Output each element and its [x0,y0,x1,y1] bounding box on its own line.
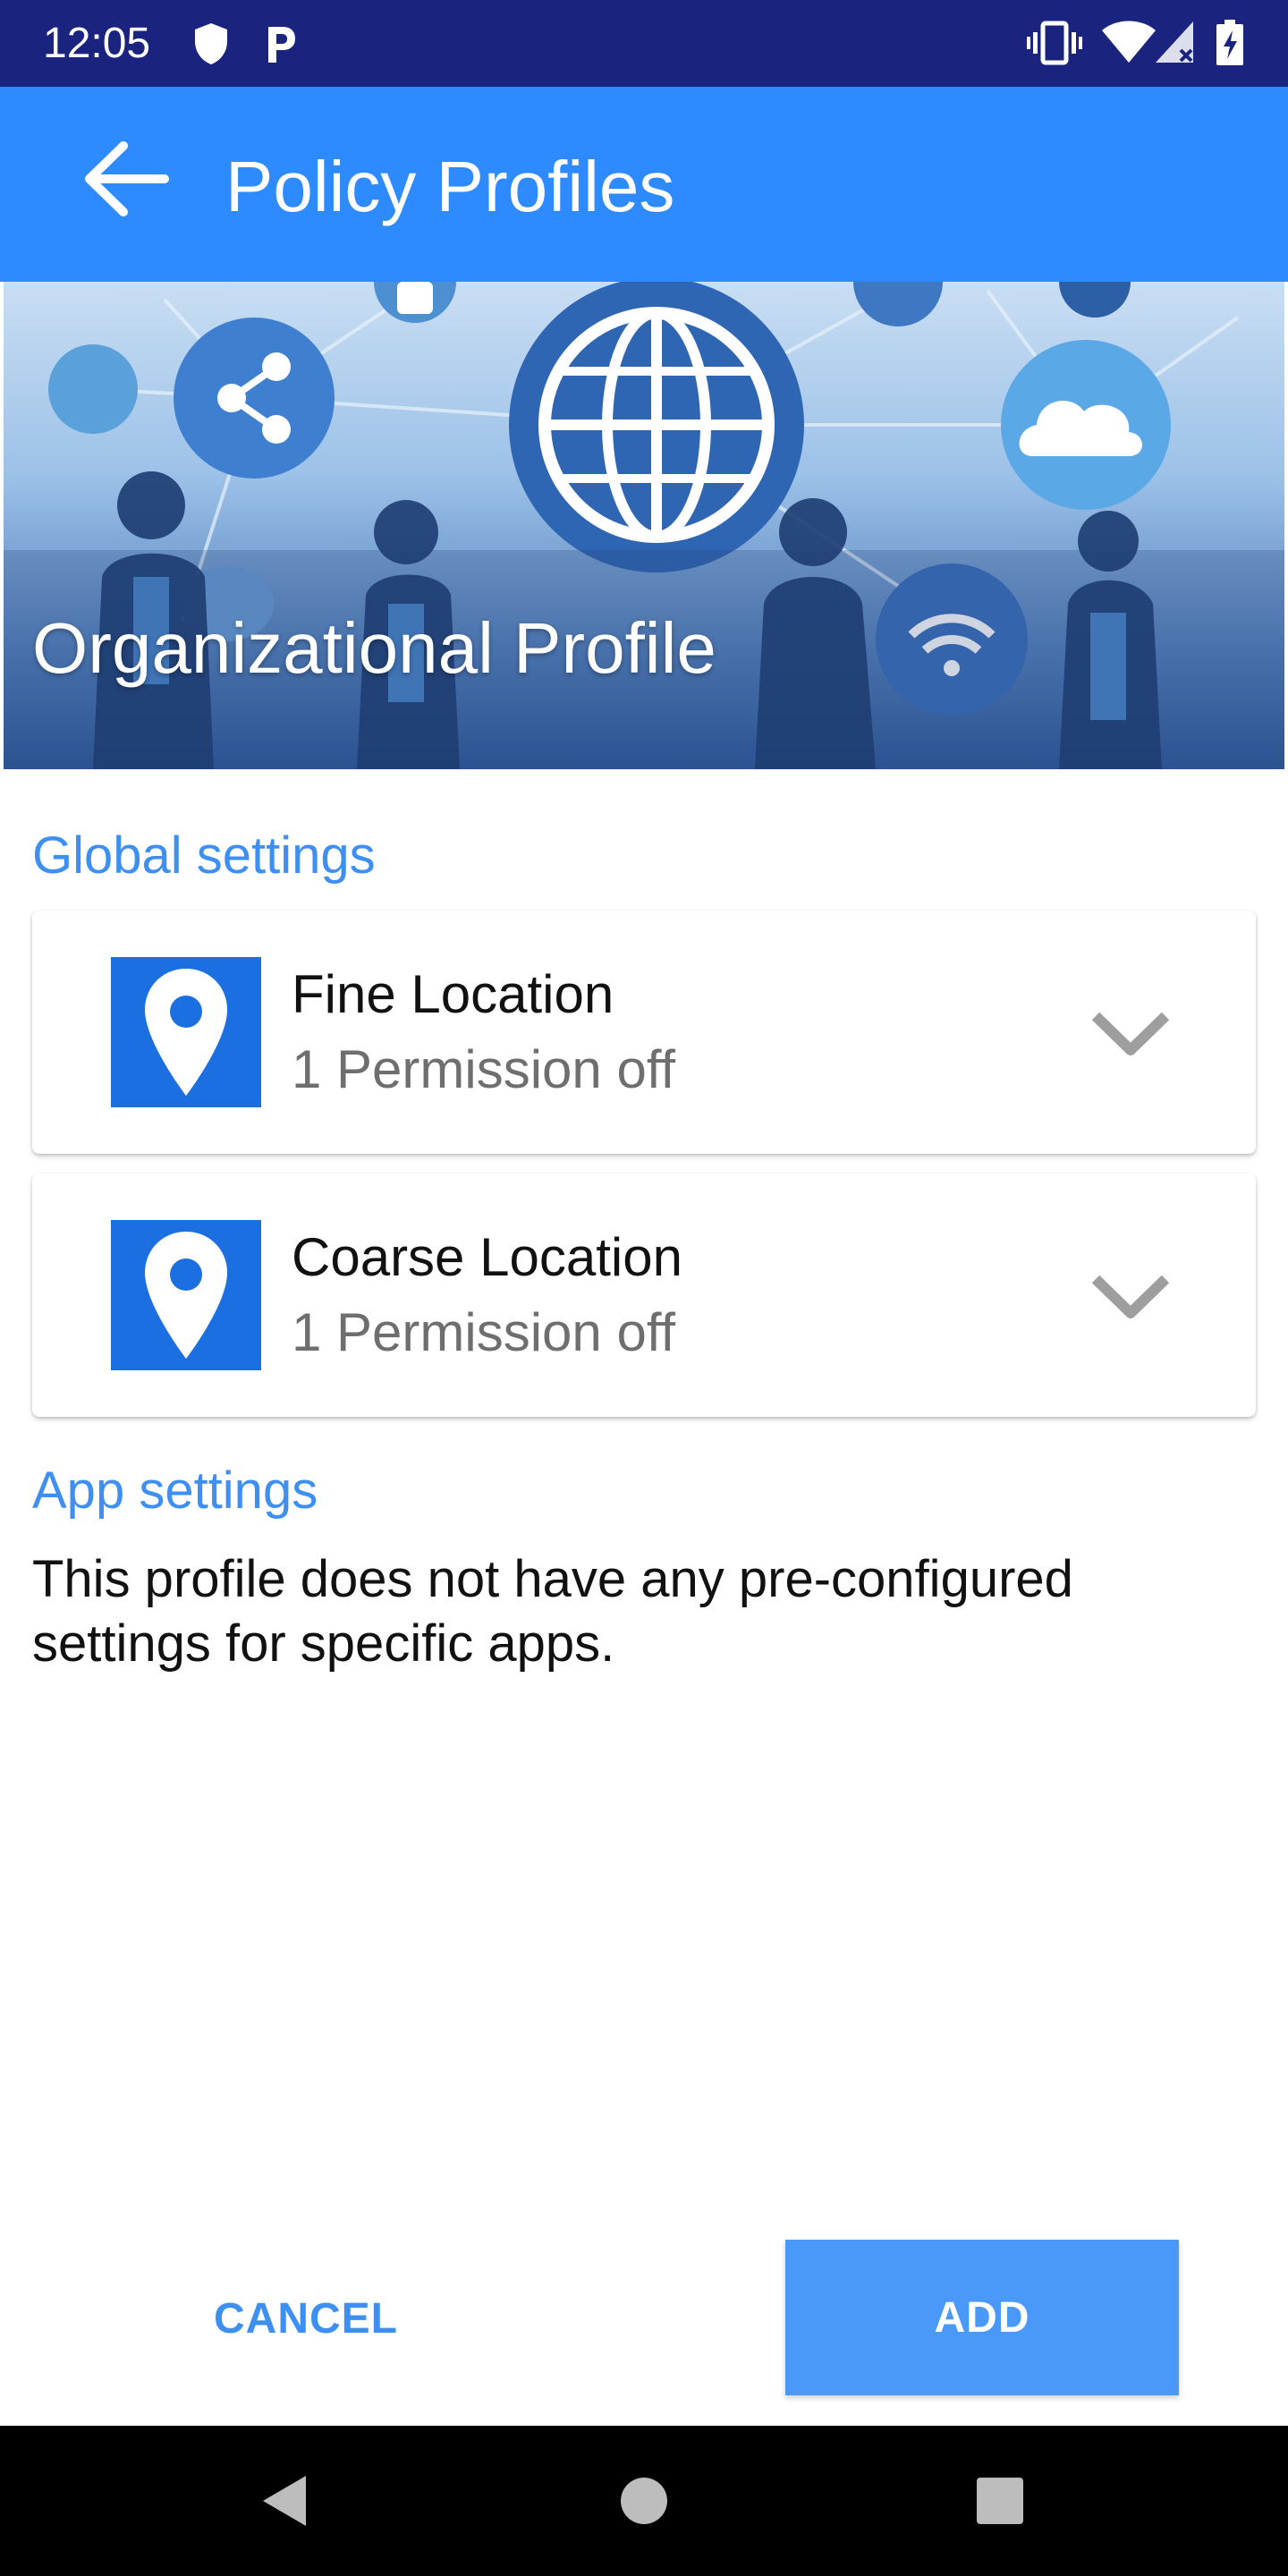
network-illustration [4,282,1284,769]
location-pin-icon [111,1220,261,1370]
app-bar: Policy Profiles [0,87,1288,282]
global-settings-header: Global settings [32,826,376,885]
fine-location-card[interactable]: Fine Location 1 Permission off [32,911,1256,1154]
cancel-button[interactable]: CANCEL [188,2241,424,2396]
profile-hero-banner: Organizational Profile [4,282,1284,769]
app-settings-description: This profile does not have any pre-confi… [32,1550,1073,1673]
wifi-icon [1102,20,1156,69]
permission-status: 1 Permission off [292,1039,676,1099]
permission-title: Coarse Location [292,1227,682,1287]
vibrate-icon [1027,20,1082,71]
profile-title: Organizational Profile [32,608,716,688]
permission-title: Fine Location [292,964,614,1024]
location-pin-icon [111,957,261,1107]
page-title: Policy Profiles [225,147,675,226]
permission-status: 1 Permission off [292,1302,676,1362]
add-button[interactable]: ADD [785,2240,1179,2395]
status-bar: 12:05 [0,0,1288,87]
status-time: 12:05 [43,20,151,67]
back-button[interactable] [73,136,177,225]
signal-no-data-icon [1154,20,1197,69]
system-nav-bar [0,2426,1288,2576]
home-circle-icon[interactable] [590,2447,698,2555]
chevron-down-icon[interactable] [1088,1254,1174,1340]
parking-p-icon [263,21,299,71]
app-settings-header: App settings [32,1462,318,1520]
arrow-back-icon [80,139,170,224]
shield-icon [191,21,231,71]
back-triangle-icon[interactable] [231,2447,338,2555]
battery-charging-icon [1215,20,1245,71]
coarse-location-card[interactable]: Coarse Location 1 Permission off [32,1174,1256,1417]
recents-square-icon[interactable] [946,2447,1054,2555]
chevron-down-icon[interactable] [1088,991,1174,1077]
